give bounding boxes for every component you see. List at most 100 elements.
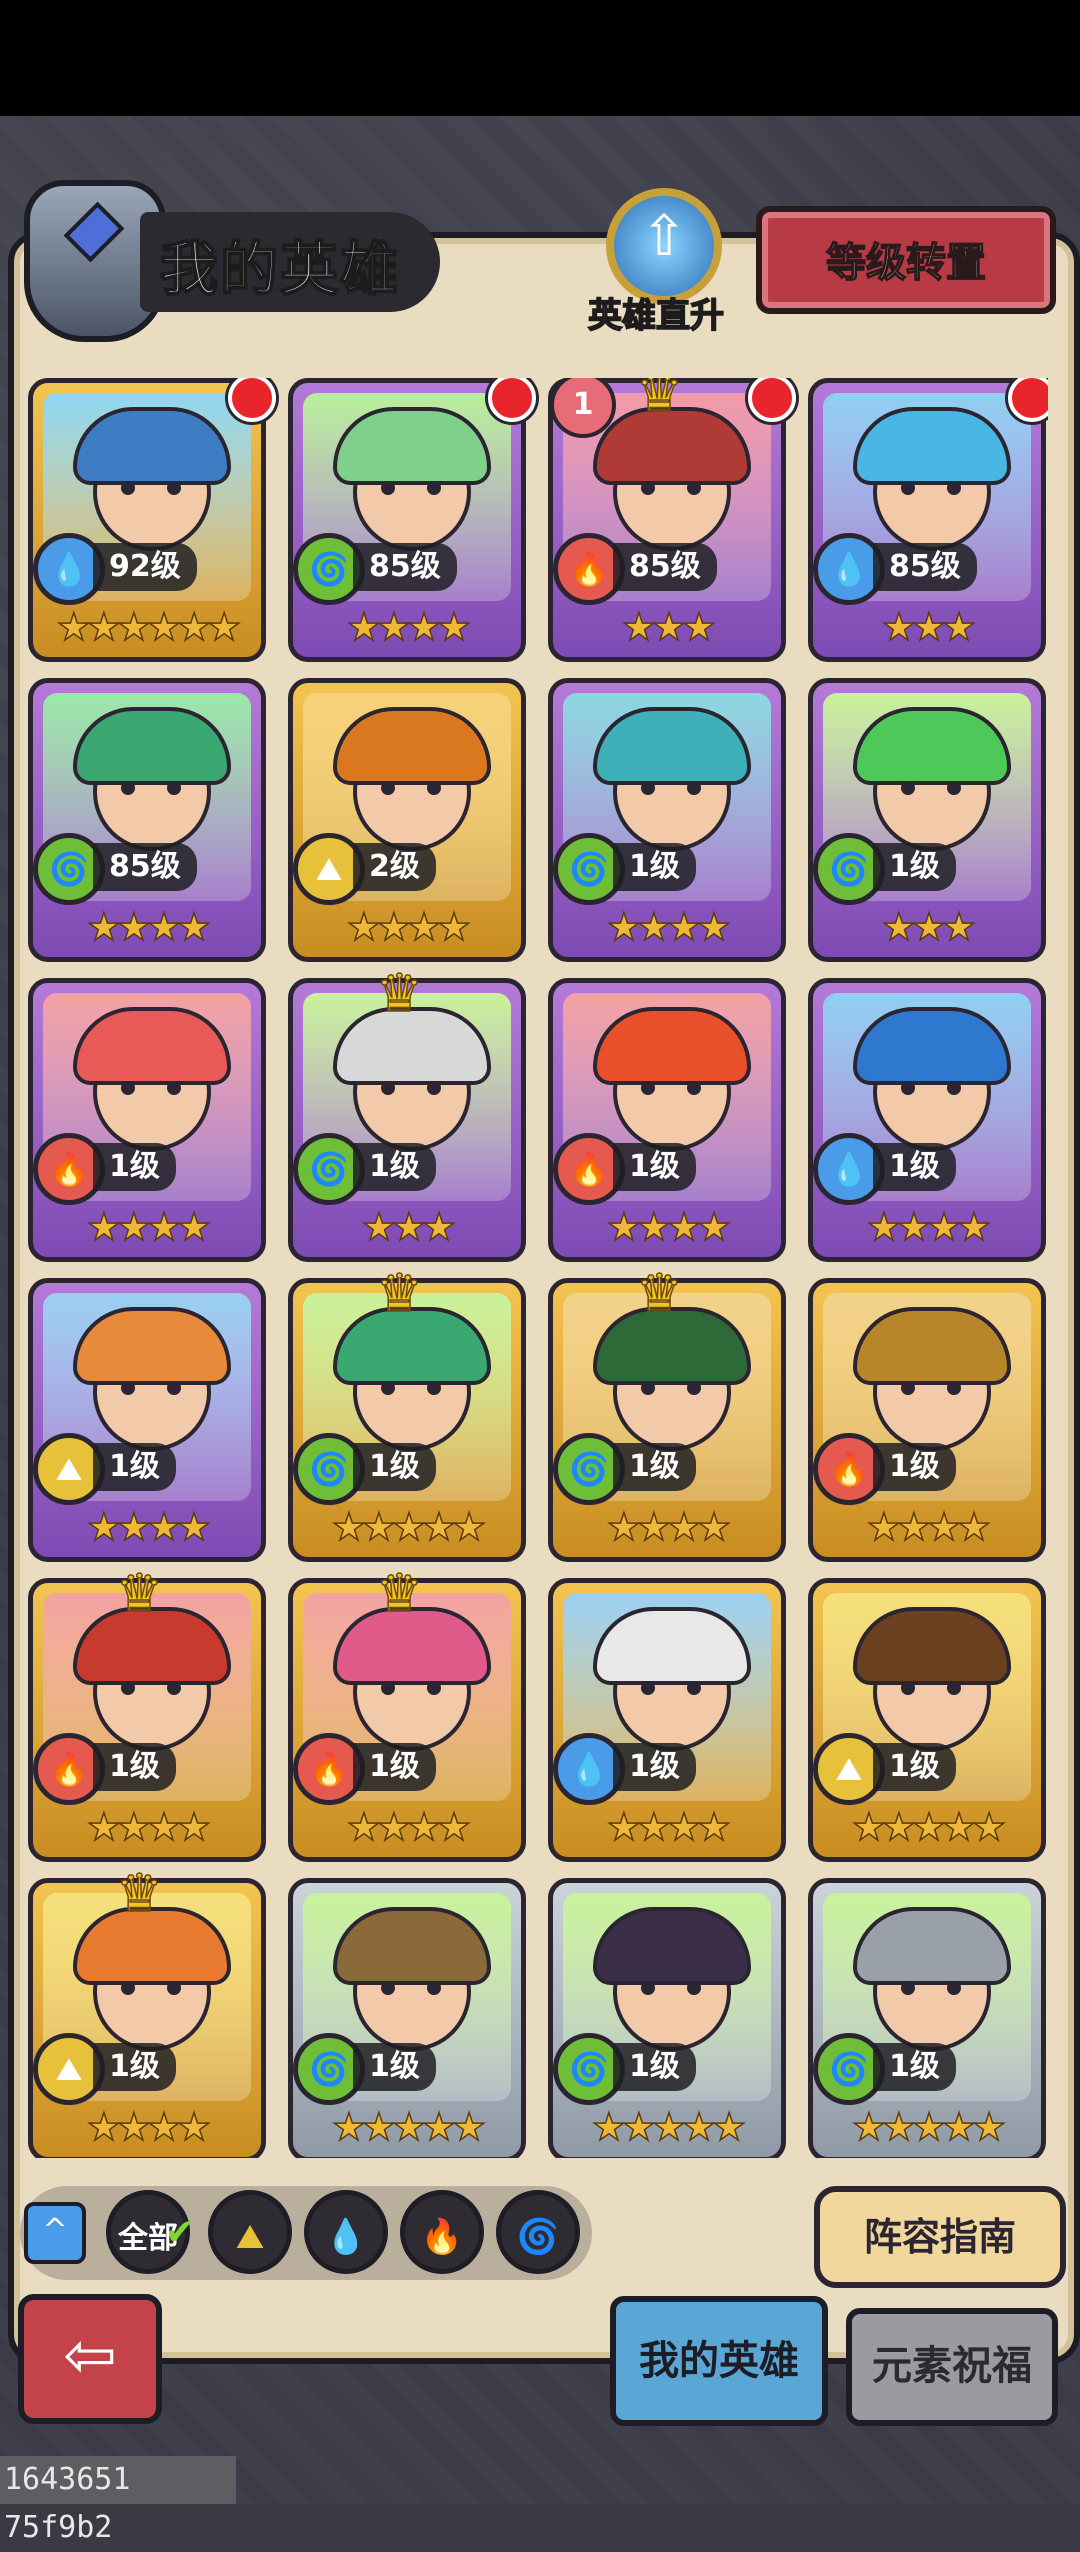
hero-eyes xyxy=(901,481,961,495)
hero-card[interactable]: 🔥 1级 ★★★★ xyxy=(808,1278,1046,1562)
crown-icon: ♛ xyxy=(115,1563,163,1625)
hero-eyes xyxy=(381,1681,441,1695)
hero-card[interactable]: 💧 1级 ★★★★ xyxy=(548,1578,786,1862)
level-transfer-label: 等级转置 xyxy=(825,239,987,287)
hero-eyes xyxy=(381,481,441,495)
hero-card[interactable]: 🔥 1级 ★★★★ xyxy=(28,978,266,1262)
hero-level: 1级 xyxy=(873,2043,956,2091)
hero-stars: ★★★★★ xyxy=(331,1504,487,1550)
hero-stars: ★★★★ xyxy=(606,1804,732,1850)
hero-level: 1级 xyxy=(353,1143,436,1191)
crown-icon: ♛ xyxy=(115,1863,163,1925)
hero-eyes xyxy=(641,781,701,795)
hero-hair xyxy=(853,1307,1011,1385)
hero-eyes xyxy=(381,1081,441,1095)
hero-eyes xyxy=(381,1981,441,1995)
hero-level: 1级 xyxy=(613,1743,696,1791)
hero-stars: ★★★★ xyxy=(86,1504,212,1550)
hero-card[interactable]: ⛰ 1级 ★★★★ xyxy=(28,1278,266,1562)
hero-stars: ★★★★★ xyxy=(331,2104,487,2150)
collapse-button[interactable]: ^ xyxy=(24,2202,86,2264)
crown-icon: ♛ xyxy=(635,1263,683,1325)
hero-stars: ★★★★ xyxy=(606,904,732,950)
hero-card[interactable]: 🌀 1级 ★★★★ xyxy=(548,678,786,962)
back-button[interactable]: ⇦ xyxy=(18,2294,162,2424)
hero-level: 1级 xyxy=(873,1743,956,1791)
hero-card[interactable]: 🌀 1级 ★★★ xyxy=(808,678,1046,962)
hero-level: 1级 xyxy=(93,1143,176,1191)
hero-stars: ★★★ xyxy=(621,604,717,650)
tab-my-heroes-label: 我的英雄 xyxy=(639,2338,799,2384)
hero-card[interactable]: ⛰ 2级 ★★★★ xyxy=(288,678,526,962)
filter-water-button[interactable]: 💧 xyxy=(304,2190,388,2274)
filter-wind-button[interactable]: 🌀 xyxy=(496,2190,580,2274)
hero-eyes xyxy=(121,1981,181,1995)
hero-hair xyxy=(853,1907,1011,1985)
hero-card[interactable]: 🔥 1级 ★★★★ xyxy=(548,978,786,1262)
hero-eyes xyxy=(901,1381,961,1395)
hero-level: 1级 xyxy=(613,2043,696,2091)
hero-card[interactable]: 🌀 1级 ★★★★★ xyxy=(548,1878,786,2158)
hero-hair xyxy=(73,1307,231,1385)
tab-element-blessing[interactable]: 元素祝福 xyxy=(846,2308,1058,2426)
tab-element-blessing-label: 元素祝福 xyxy=(872,2343,1032,2389)
hero-level: 1级 xyxy=(353,1443,436,1491)
hero-level: 1级 xyxy=(613,1443,696,1491)
water-icon: 💧 xyxy=(324,2217,368,2257)
hero-level: 1级 xyxy=(93,1443,176,1491)
hero-hair xyxy=(853,1007,1011,1085)
hero-hair xyxy=(333,707,491,785)
crown-icon: ♛ xyxy=(375,963,423,1025)
hero-stars: ★★★★ xyxy=(346,604,472,650)
hero-card[interactable]: ⛰ 1级 ★★★★★ xyxy=(808,1578,1046,1862)
level-transfer-button[interactable]: 等级转置 xyxy=(756,206,1056,314)
hero-stars: ★★★ xyxy=(361,1204,457,1250)
hero-level: 85级 xyxy=(613,543,717,591)
hero-eyes xyxy=(641,1681,701,1695)
hero-card[interactable]: 🌀 1级 ★★★★★ xyxy=(288,1878,526,2158)
notification-dot xyxy=(228,378,276,422)
hero-level: 1级 xyxy=(93,2043,176,2091)
hero-direct-up-button[interactable]: 英雄直升 xyxy=(586,188,726,338)
filter-earth-button[interactable]: ⛰ xyxy=(208,2190,292,2274)
hero-card[interactable]: 🌀 85级 ★★★★ xyxy=(288,378,526,662)
hero-level: 1级 xyxy=(613,1143,696,1191)
filter-all-button[interactable]: 全部 ✔ xyxy=(106,2190,195,2274)
hero-level: 2级 xyxy=(353,843,436,891)
hero-hair xyxy=(333,407,491,485)
hero-direct-up-label: 英雄直升 xyxy=(587,295,725,337)
hero-stars: ★★★★ xyxy=(346,1804,472,1850)
watermark: 1643651 75f9b2 xyxy=(0,2456,236,2545)
hero-card[interactable]: 💧 92级 ★★★★★★ xyxy=(28,378,266,662)
hero-level: 1级 xyxy=(873,1443,956,1491)
crown-icon: ♛ xyxy=(635,378,683,425)
status-bar xyxy=(0,0,1080,116)
hero-stars: ★★★★ xyxy=(86,1804,212,1850)
filter-fire-button[interactable]: 🔥 xyxy=(400,2190,484,2274)
hero-stars: ★★★★ xyxy=(866,1204,992,1250)
hero-card[interactable]: 💧 1级 ★★★★ xyxy=(808,978,1046,1262)
hero-eyes xyxy=(121,481,181,495)
hero-level: 1级 xyxy=(873,1143,956,1191)
hero-eyes xyxy=(121,1681,181,1695)
hero-hair xyxy=(593,1907,751,1985)
hero-eyes xyxy=(641,1381,701,1395)
hero-stars: ★★★★ xyxy=(86,1204,212,1250)
hero-hair xyxy=(333,1907,491,1985)
hero-level: 1级 xyxy=(613,843,696,891)
hero-stars: ★★★ xyxy=(881,604,977,650)
hero-card[interactable]: 🌀 85级 ★★★★ xyxy=(28,678,266,962)
hero-card[interactable]: 🌀 1级 ★★★★★ xyxy=(808,1878,1046,2158)
hero-stars: ★★★★★ xyxy=(591,2104,747,2150)
hero-level: 92级 xyxy=(93,543,197,591)
hero-stars: ★★★★ xyxy=(866,1504,992,1550)
notification-dot xyxy=(488,378,536,422)
lineup-guide-button[interactable]: 阵容指南 xyxy=(814,2186,1066,2288)
page-title: 我的英雄 xyxy=(159,234,401,304)
level-up-icon xyxy=(606,188,722,304)
hero-card[interactable]: 💧 85级 ★★★ xyxy=(808,378,1046,662)
hero-hair xyxy=(593,1607,751,1685)
hero-eyes xyxy=(641,1981,701,1995)
tab-my-heroes[interactable]: 我的英雄 xyxy=(610,2296,828,2426)
hero-stars: ★★★★ xyxy=(606,1504,732,1550)
